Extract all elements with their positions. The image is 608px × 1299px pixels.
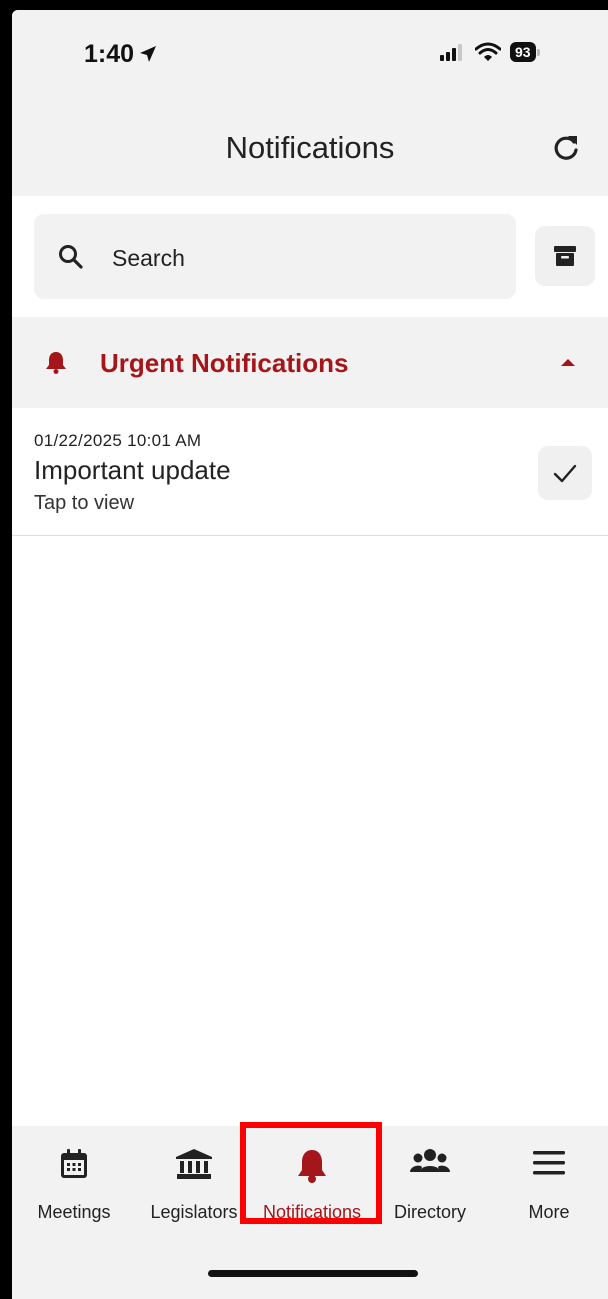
list-item[interactable]: 01/22/2025 10:01 AM Important update Tap… — [12, 409, 608, 536]
capitol-building-icon — [176, 1149, 212, 1179]
wifi-icon — [475, 42, 501, 61]
battery-indicator: 93 — [510, 42, 540, 62]
tab-label: Directory — [393, 1202, 466, 1222]
notification-title: Important update — [34, 455, 231, 485]
highlight-box — [240, 1122, 382, 1224]
refresh-icon[interactable] — [550, 132, 582, 164]
tab-directory[interactable]: Directory — [382, 1126, 478, 1236]
status-indicators: 93 — [440, 42, 540, 62]
section-title: Urgent Notifications — [100, 348, 349, 378]
tab-legislators[interactable]: Legislators — [138, 1126, 250, 1236]
calendar-icon — [61, 1149, 87, 1178]
search-placeholder: Search — [112, 245, 185, 271]
tab-meetings[interactable]: Meetings — [22, 1126, 126, 1236]
header-bar — [12, 10, 608, 196]
status-time-text: 1:40 — [84, 40, 135, 68]
bell-icon — [46, 352, 66, 374]
users-icon — [410, 1149, 450, 1172]
urgent-notifications-header[interactable]: Urgent Notifications — [12, 317, 608, 408]
tab-label: Legislators — [150, 1202, 238, 1222]
page-title: Notifications — [225, 130, 395, 165]
menu-icon — [533, 1151, 565, 1175]
app-screen: 1:40 93 Notifications Search Urgent Noti… — [12, 10, 608, 1299]
signal-icon — [440, 44, 462, 61]
home-indicator — [208, 1270, 418, 1277]
search-icon — [59, 245, 83, 269]
status-time: 1:40 — [84, 40, 158, 69]
archive-icon — [554, 246, 576, 266]
notification-subtitle: Tap to view — [34, 492, 135, 514]
check-icon — [553, 464, 577, 483]
location-arrow-icon — [140, 46, 157, 62]
tab-label: Meetings — [37, 1202, 111, 1222]
mark-read-button[interactable] — [538, 446, 592, 500]
tab-label: More — [528, 1202, 570, 1222]
notification-timestamp: 01/22/2025 10:01 AM — [34, 431, 202, 450]
archive-button[interactable] — [535, 226, 595, 286]
tab-more[interactable]: More — [502, 1126, 596, 1236]
collapse-caret-icon[interactable] — [561, 359, 575, 366]
search-input[interactable]: Search — [34, 214, 516, 299]
